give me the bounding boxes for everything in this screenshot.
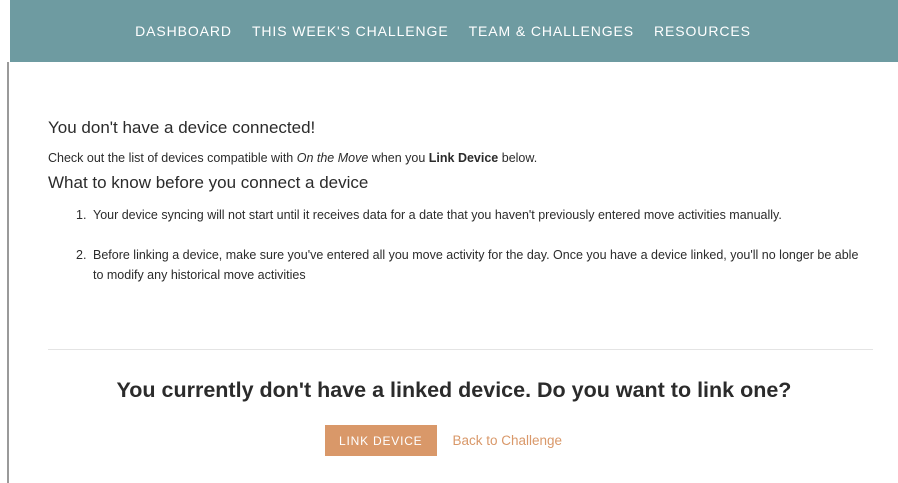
program-name: On the Move <box>296 151 369 165</box>
top-nav: DASHBOARD THIS WEEK'S CHALLENGE TEAM & C… <box>10 0 898 62</box>
steps-list: 1. Your device syncing will not start un… <box>76 205 873 285</box>
section-divider <box>48 349 873 350</box>
list-item: 2. Before linking a device, make sure yo… <box>76 245 873 285</box>
nav-this-weeks-challenge[interactable]: THIS WEEK'S CHALLENGE <box>252 23 449 39</box>
intro-text: Check out the list of devices compatible… <box>48 151 873 165</box>
nav-team-challenges[interactable]: TEAM & CHALLENGES <box>469 23 634 39</box>
intro-prefix: Check out the list of devices compatible… <box>48 151 297 165</box>
nav-dashboard[interactable]: DASHBOARD <box>135 23 232 39</box>
action-row: LINK DEVICE Back to Challenge <box>325 425 562 456</box>
what-to-know-heading: What to know before you connect a device <box>48 173 369 192</box>
nav-resources[interactable]: RESOURCES <box>654 23 751 39</box>
step-text: Before linking a device, make sure you'v… <box>93 248 859 282</box>
no-device-heading: You don't have a device connected! <box>48 118 316 137</box>
intro-suffix: below. <box>498 151 538 165</box>
list-item: 1. Your device syncing will not start un… <box>76 205 873 225</box>
link-device-button[interactable]: LINK DEVICE <box>325 425 437 456</box>
main-content: You don't have a device connected! Check… <box>48 118 873 285</box>
back-to-challenge-link[interactable]: Back to Challenge <box>453 433 563 448</box>
link-prompt: You currently don't have a linked device… <box>116 378 792 402</box>
page-left-border <box>7 62 9 483</box>
step-text: Your device syncing will not start until… <box>93 208 782 222</box>
link-device-mention: Link Device <box>428 151 499 165</box>
step-number: 1. <box>76 208 87 222</box>
intro-middle: when you <box>368 151 429 165</box>
step-number: 2. <box>76 248 87 262</box>
